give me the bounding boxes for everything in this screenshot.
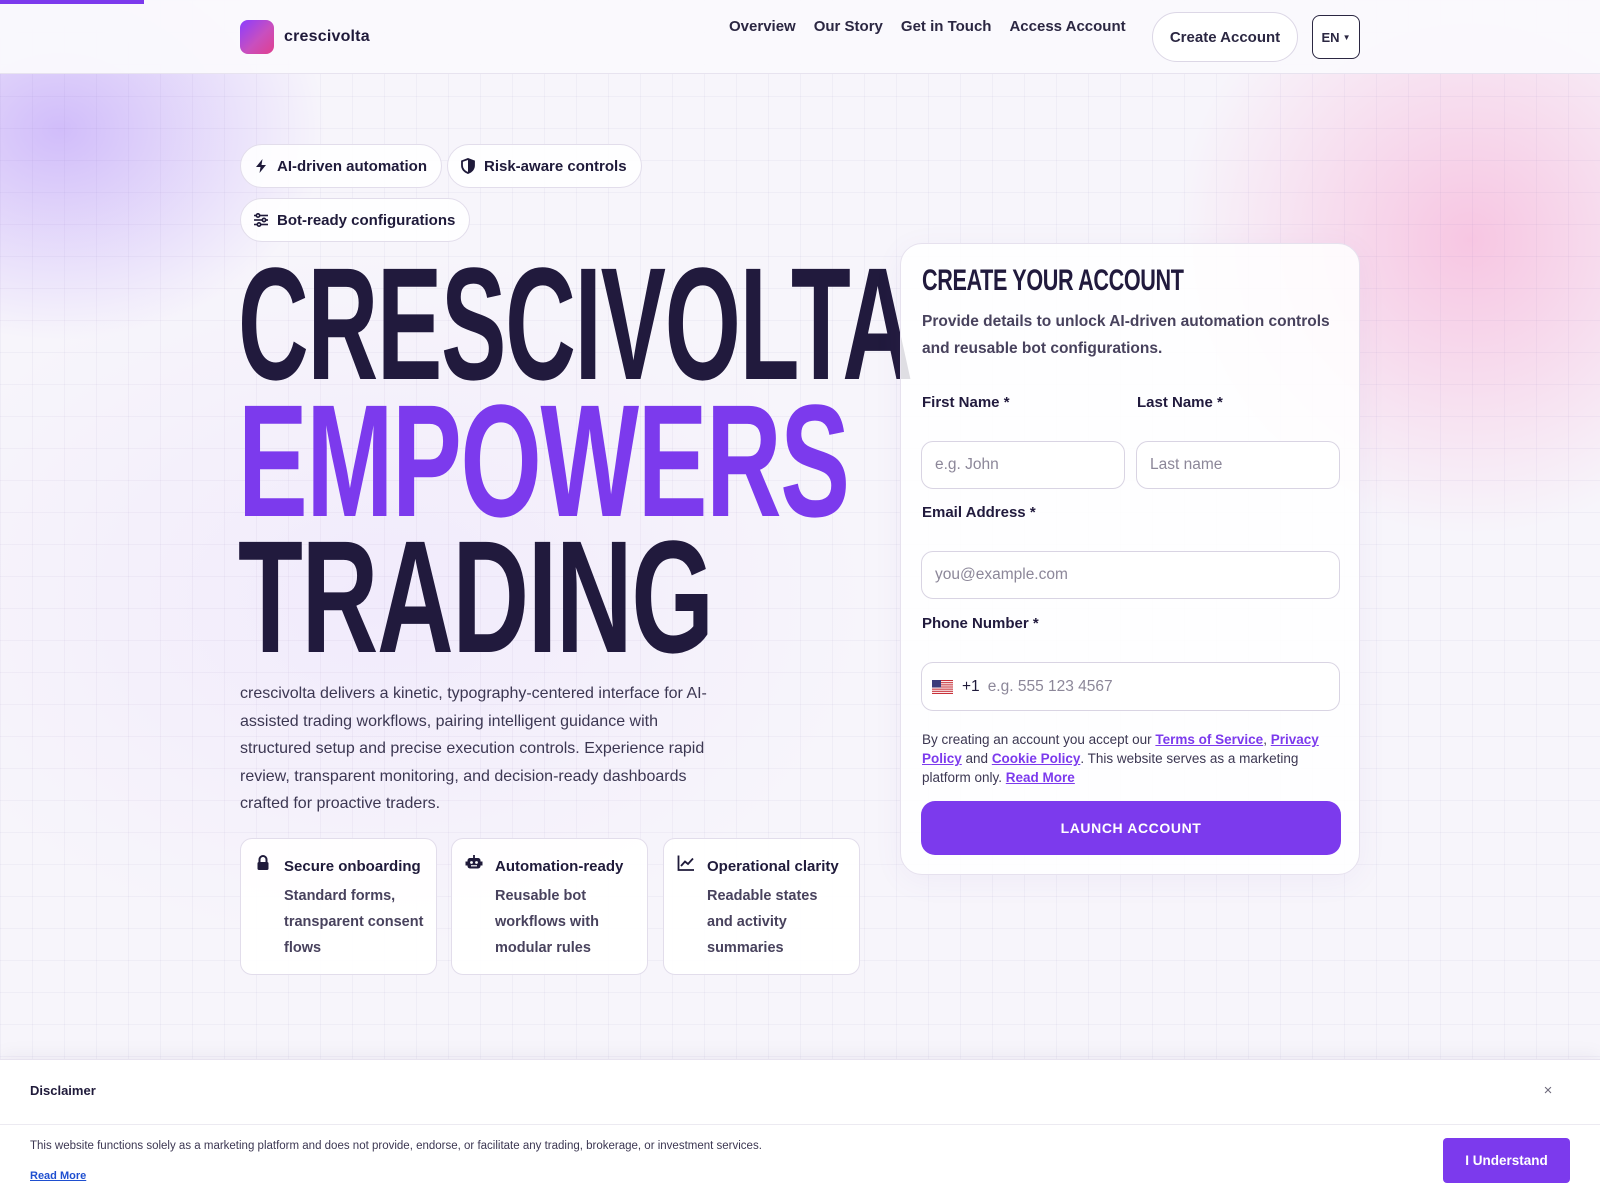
feature-description: Standard forms, transparent consent flow… <box>284 888 424 956</box>
site-header: crescivolta Overview Our Story Get in To… <box>0 0 1600 74</box>
sliders-icon <box>254 212 268 228</box>
disclaimer-text: This website functions solely as a marke… <box>30 1140 762 1152</box>
phone-field: +1 <box>921 662 1340 711</box>
chip-label: AI-driven automation <box>277 157 428 175</box>
signup-form-card: CREATE YOUR ACCOUNT Provide details to u… <box>900 243 1360 875</box>
feature-title: Operational clarity <box>707 858 839 875</box>
dial-code[interactable]: +1 <box>962 678 980 696</box>
disclaimer-title: Disclaimer <box>30 1083 96 1098</box>
disclaimer-header: Disclaimer × <box>0 1060 1600 1125</box>
nav-get-in-touch[interactable]: Get in Touch <box>901 18 992 35</box>
feature-card-automation-ready: Automation-ready Reusable bot workflows … <box>451 838 648 975</box>
brand-name: crescivolta <box>284 28 370 45</box>
main-nav: Overview Our Story Get in Touch Access A… <box>729 18 1126 35</box>
robot-icon <box>465 855 483 869</box>
lock-icon <box>257 855 269 870</box>
nav-overview[interactable]: Overview <box>729 18 796 35</box>
phone-label: Phone Number * <box>922 615 1039 632</box>
email-label: Email Address * <box>922 504 1036 521</box>
chip-label: Bot-ready configurations <box>277 211 456 229</box>
brand-logo[interactable]: crescivolta <box>240 20 370 54</box>
feature-title: Secure onboarding <box>284 858 421 875</box>
last-name-label: Last Name * <box>1137 394 1223 411</box>
hero-title-line-3: TRADING <box>238 507 714 686</box>
terms-link[interactable]: Terms of Service <box>1155 732 1263 747</box>
first-name-label: First Name * <box>922 394 1010 411</box>
chart-line-icon <box>677 855 694 871</box>
last-name-input[interactable] <box>1136 441 1340 489</box>
consent-prefix: By creating an account you accept our <box>922 732 1156 747</box>
launch-account-button[interactable]: LAUNCH ACCOUNT <box>921 801 1341 855</box>
logo-mark-icon <box>240 20 274 54</box>
nav-our-story[interactable]: Our Story <box>814 18 883 35</box>
email-input[interactable] <box>921 551 1340 599</box>
feature-title: Automation-ready <box>495 858 624 875</box>
caret-down-icon: ▼ <box>1342 32 1351 42</box>
read-more-link[interactable]: Read More <box>1006 770 1075 785</box>
i-understand-button[interactable]: I Understand <box>1443 1138 1570 1183</box>
language-selector[interactable]: EN ▼ <box>1312 15 1360 59</box>
consent-comma: , <box>1263 732 1271 747</box>
consent-text: By creating an account you accept our Te… <box>922 730 1342 787</box>
cookie-link[interactable]: Cookie Policy <box>992 751 1081 766</box>
first-name-input[interactable] <box>921 441 1125 489</box>
scroll-progress-bar <box>0 0 144 4</box>
chip-risk-controls: Risk-aware controls <box>447 144 642 188</box>
close-icon[interactable]: × <box>1538 1080 1558 1100</box>
chip-ai-automation: AI-driven automation <box>240 144 443 188</box>
form-title: CREATE YOUR ACCOUNT <box>922 264 1184 297</box>
nav-access-account[interactable]: Access Account <box>1009 18 1125 35</box>
chip-label: Risk-aware controls <box>484 157 627 175</box>
us-flag-icon[interactable] <box>932 679 953 694</box>
phone-input[interactable] <box>987 663 1339 710</box>
feature-description: Reusable bot workflows with modular rule… <box>495 888 599 956</box>
consent-and: and <box>961 751 992 766</box>
disclaimer-banner: Disclaimer × This website functions sole… <box>0 1059 1600 1200</box>
feature-card-operational-clarity: Operational clarity Readable states and … <box>663 838 860 975</box>
shield-icon <box>461 158 475 174</box>
feature-card-secure-onboarding: Secure onboarding Standard forms, transp… <box>240 838 437 975</box>
bolt-icon <box>256 159 266 173</box>
create-account-button[interactable]: Create Account <box>1152 12 1298 62</box>
disclaimer-read-more-link[interactable]: Read More <box>30 1170 86 1182</box>
form-subtitle: Provide details to unlock AI-driven auto… <box>922 313 1330 357</box>
feature-description: Readable states and activity summaries <box>707 888 818 956</box>
language-code: EN <box>1321 29 1340 45</box>
hero-description: crescivolta delivers a kinetic, typograp… <box>240 685 707 812</box>
